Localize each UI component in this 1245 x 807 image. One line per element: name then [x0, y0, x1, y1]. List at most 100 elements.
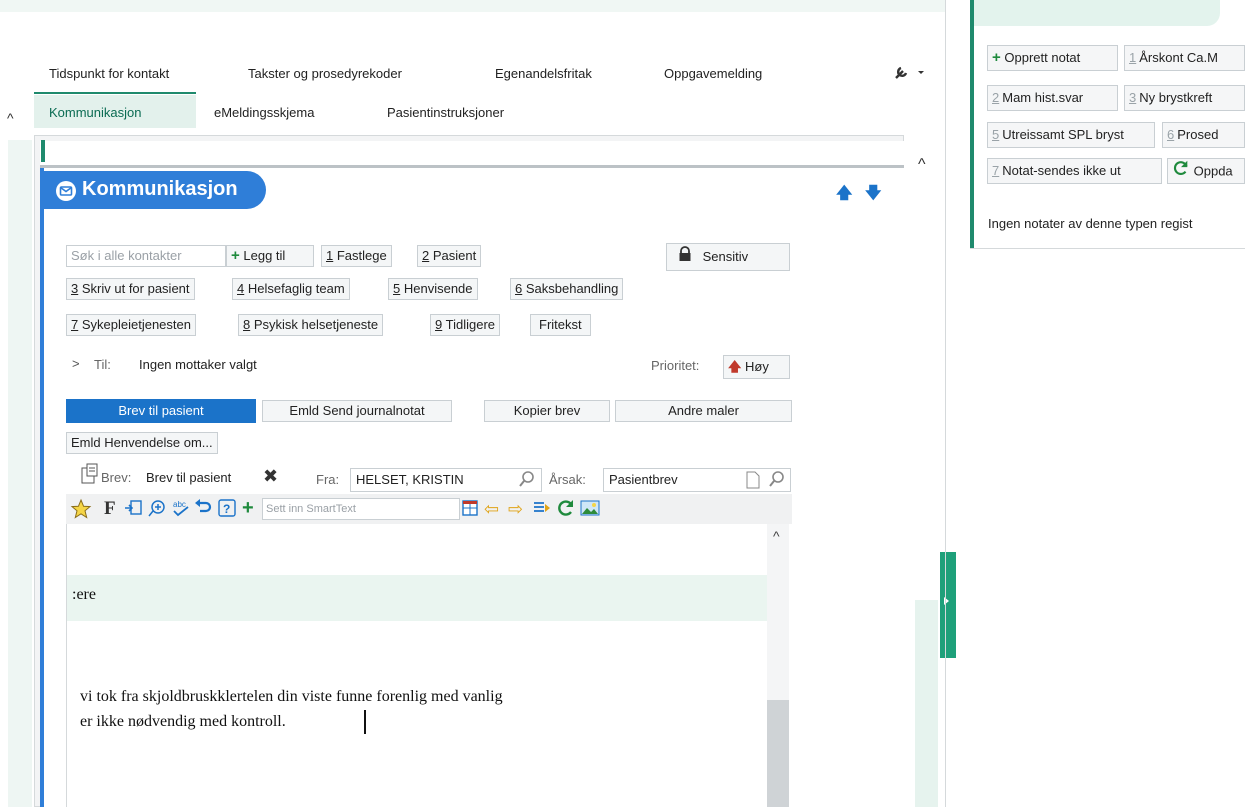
- editor-scroll-thumb[interactable]: [767, 700, 789, 807]
- contact-button-henvisende[interactable]: 5 Henvisende: [388, 278, 478, 300]
- sensitive-button[interactable]: Sensitiv: [666, 243, 790, 271]
- reason-field[interactable]: Pasientbrev: [603, 468, 791, 492]
- scroll-up-icon[interactable]: ^: [773, 528, 780, 544]
- from-search-icon[interactable]: [518, 470, 536, 491]
- template-kopier-brev[interactable]: Kopier brev: [484, 400, 610, 422]
- refresh-notes-button[interactable]: Oppda: [1167, 158, 1245, 184]
- tab-egenandel[interactable]: Egenandelsfritak: [495, 66, 592, 81]
- priority-label: Prioritet:: [651, 358, 700, 373]
- panel-strip: [40, 141, 904, 168]
- priority-button[interactable]: 🡅 Høy: [723, 355, 790, 379]
- note-label: Notat-sendes ikke ut: [1002, 163, 1121, 178]
- contact-button-psykisk[interactable]: 8 Psykisk helsetjeneste: [238, 314, 384, 336]
- contact-number: 1: [326, 248, 334, 263]
- tab-takster[interactable]: Takster og prosedyrekoder: [248, 66, 402, 81]
- undo-icon[interactable]: [194, 498, 214, 520]
- font-button[interactable]: F: [104, 498, 116, 520]
- editor-area[interactable]: [66, 524, 793, 807]
- notes-empty-text: Ingen notater av denne typen regist: [988, 216, 1193, 231]
- expand-recipient-icon[interactable]: >: [72, 356, 80, 371]
- contact-button-skriv-ut[interactable]: 3 Skriv ut for pasient: [66, 278, 195, 300]
- arrow-up-icon: 🡅: [728, 359, 742, 374]
- note-button-prosed[interactable]: 6 Prosed: [1162, 122, 1245, 148]
- contact-search-input[interactable]: Søk i alle kontakter: [66, 245, 226, 267]
- letter-label: Brev:: [101, 470, 132, 485]
- move-up-icon[interactable]: 🡅: [836, 182, 852, 209]
- contact-label: Tidligere: [445, 317, 495, 332]
- reason-search-icon[interactable]: [768, 470, 786, 491]
- add-green-icon[interactable]: +: [242, 498, 254, 520]
- from-field[interactable]: HELSET, KRISTIN: [350, 468, 542, 492]
- text-cursor: [364, 710, 366, 734]
- contact-button-pasient[interactable]: 2 Pasient: [417, 245, 482, 267]
- svg-text:abc: abc: [173, 500, 186, 509]
- tab-emeldingsskjema[interactable]: eMeldingsskjema: [214, 105, 314, 120]
- note-button-notat-sendes[interactable]: 7 Notat-sendes ikke ut: [987, 158, 1162, 184]
- note-button-mam-hist[interactable]: 2 Mam hist.svar: [987, 85, 1118, 111]
- spellcheck-icon[interactable]: abc: [170, 498, 192, 520]
- add-contact-label: Legg til: [243, 248, 286, 263]
- panel-scroll-track: [915, 600, 938, 807]
- section-title: Kommunikasjon: [82, 178, 238, 200]
- reason-value: Pasientbrev: [609, 472, 678, 487]
- create-note-button[interactable]: + Opprett notat: [987, 45, 1118, 71]
- help-field-icon[interactable]: ?: [217, 498, 237, 520]
- favorite-star-icon[interactable]: [70, 498, 92, 520]
- to-value: Ingen mottaker valgt: [139, 357, 257, 372]
- note-label: Prosed: [1177, 127, 1219, 142]
- lock-icon: [677, 245, 693, 271]
- kopier-brev-label: Kopier brev: [513, 403, 581, 418]
- template-emld-henvendelse[interactable]: Emld Henvendelse om...: [66, 432, 218, 454]
- image-icon[interactable]: [580, 498, 600, 520]
- collapse-right-icon[interactable]: ^: [918, 156, 926, 174]
- svg-text:?: ?: [223, 502, 230, 516]
- wrench-menu-icon[interactable]: [893, 62, 927, 82]
- arrow-left-icon[interactable]: ⇦: [484, 498, 499, 520]
- editor-line: er ikke nødvendig med kontroll.: [80, 713, 286, 730]
- contact-button-helsefaglig[interactable]: 4 Helsefaglig team: [232, 278, 350, 300]
- template-andre-maler[interactable]: Andre maler: [615, 400, 792, 422]
- reason-label: Årsak:: [549, 472, 586, 487]
- zoom-icon[interactable]: [147, 498, 167, 520]
- contact-button-tidligere[interactable]: 9 Tidligere: [430, 314, 500, 336]
- refresh-icon[interactable]: [556, 498, 576, 520]
- contact-number: 7: [71, 317, 79, 332]
- tab-oppgavemelding[interactable]: Oppgavemelding: [664, 66, 762, 81]
- tab-tidspunkt[interactable]: Tidspunkt for kontakt: [49, 66, 169, 81]
- from-value: HELSET, KRISTIN: [356, 472, 464, 487]
- note-number: 6: [1167, 127, 1175, 142]
- template-brev-til-pasient[interactable]: Brev til pasient: [66, 399, 256, 423]
- list-arrow-icon[interactable]: [532, 498, 552, 520]
- note-button-arskont[interactable]: 1 Årskont Ca.M: [1124, 45, 1245, 71]
- top-band: [0, 0, 945, 12]
- smarttext-input[interactable]: Sett inn SmartText: [262, 498, 460, 520]
- template-emld-journalnotat[interactable]: Emld Send journalnotat: [262, 400, 452, 422]
- insert-field-icon[interactable]: [124, 498, 144, 520]
- smarttext-table-icon[interactable]: [461, 498, 479, 520]
- note-button-utreissamt[interactable]: 5 Utreissamt SPL bryst: [987, 122, 1155, 148]
- contact-button-fastlege[interactable]: 1 Fastlege: [321, 245, 392, 267]
- editor-line: :ere: [72, 586, 96, 603]
- right-divider: [945, 0, 946, 807]
- contact-button-saksbehandling[interactable]: 6 Saksbehandling: [510, 278, 624, 300]
- tab-kommunikasjon[interactable]: Kommunikasjon: [49, 105, 142, 120]
- note-button-ny-brystkreft[interactable]: 3 Ny brystkreft: [1124, 85, 1245, 111]
- close-letter-icon[interactable]: ✖: [263, 466, 278, 487]
- to-label: Til:: [94, 357, 111, 372]
- tab-pasientinstruksjoner[interactable]: Pasientinstruksjoner: [387, 105, 504, 120]
- note-label: Årskont Ca.M: [1139, 50, 1218, 65]
- contact-button-sykepleie[interactable]: 7 Sykepleietjenesten: [66, 314, 196, 336]
- reason-doc-icon[interactable]: [746, 471, 760, 492]
- collapse-left-icon[interactable]: ^: [7, 110, 14, 126]
- fritekst-button[interactable]: Fritekst: [530, 314, 591, 336]
- letter-name: Brev til pasient: [146, 470, 232, 485]
- splitter-handle[interactable]: [940, 552, 956, 658]
- editor-highlight: [67, 575, 767, 621]
- add-contact-button[interactable]: + Legg til: [226, 245, 314, 267]
- note-number: 7: [992, 163, 1000, 178]
- contact-number: 6: [515, 281, 523, 296]
- plus-icon: +: [231, 247, 240, 264]
- contact-label: Saksbehandling: [525, 281, 619, 296]
- arrow-right-icon[interactable]: ⇨: [508, 498, 523, 520]
- move-down-icon[interactable]: 🡇: [865, 182, 881, 209]
